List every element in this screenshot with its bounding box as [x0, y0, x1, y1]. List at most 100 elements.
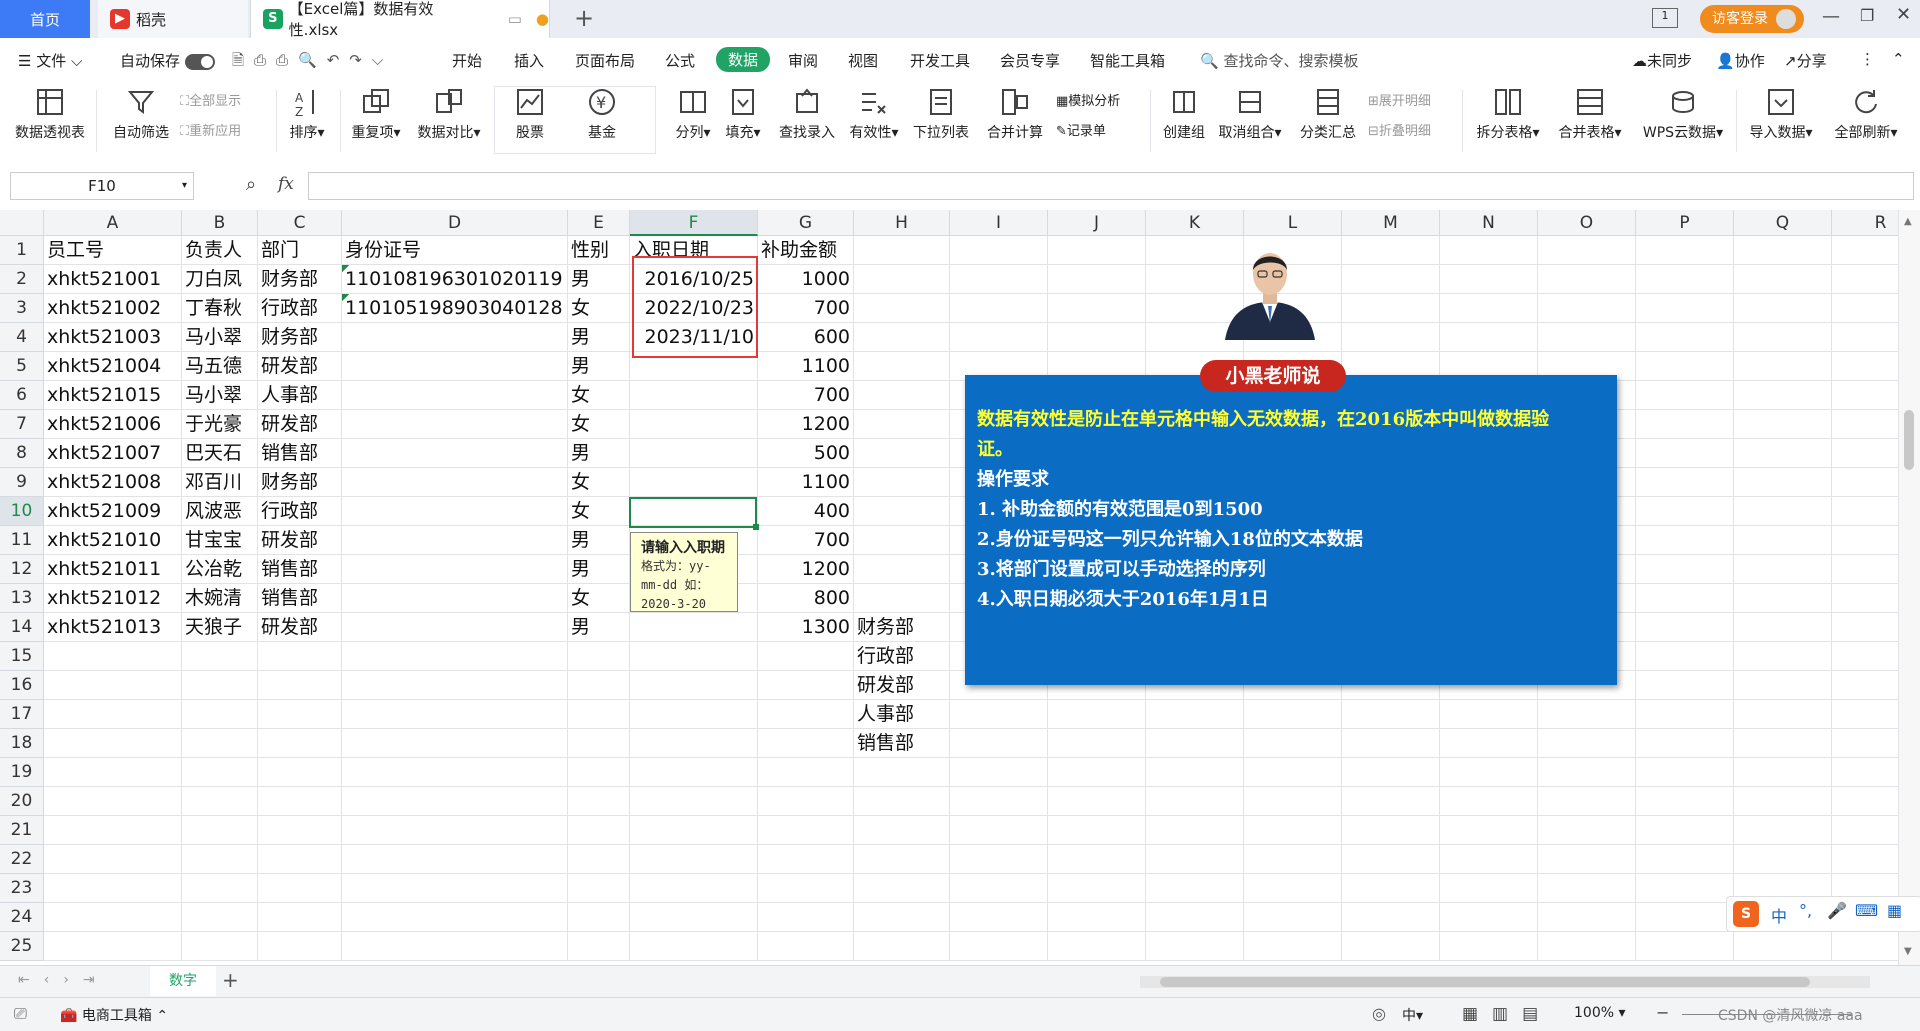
cell-L23[interactable]: [1244, 874, 1342, 903]
pivot-table-button[interactable]: 数据透视表: [10, 82, 90, 142]
cell-F25[interactable]: [630, 932, 758, 961]
cell-A25[interactable]: [44, 932, 182, 961]
row-header-15[interactable]: 15: [0, 642, 44, 671]
cell-B1[interactable]: 负责人: [182, 236, 258, 265]
cell-D4[interactable]: [342, 323, 568, 352]
cell-I25[interactable]: [950, 932, 1048, 961]
cell-L25[interactable]: [1244, 932, 1342, 961]
cell-F17[interactable]: [630, 700, 758, 729]
cell-N2[interactable]: [1440, 265, 1538, 294]
column-header-H[interactable]: H: [854, 210, 950, 236]
cell-I2[interactable]: [950, 265, 1048, 294]
cell-N25[interactable]: [1440, 932, 1538, 961]
cell-P5[interactable]: [1636, 352, 1734, 381]
cell-P19[interactable]: [1636, 758, 1734, 787]
cell-O21[interactable]: [1538, 816, 1636, 845]
cell-J17[interactable]: [1048, 700, 1146, 729]
subtotal-button[interactable]: 分类汇总: [1294, 82, 1362, 142]
cell-J25[interactable]: [1048, 932, 1146, 961]
cell-G3[interactable]: 700: [758, 294, 854, 323]
cell-D16[interactable]: [342, 671, 568, 700]
cell-R15[interactable]: [1832, 642, 1898, 671]
menu-formula[interactable]: 公式: [665, 50, 695, 71]
cell-C4[interactable]: 财务部: [258, 323, 342, 352]
cell-M23[interactable]: [1342, 874, 1440, 903]
cell-J23[interactable]: [1048, 874, 1146, 903]
cell-P6[interactable]: [1636, 381, 1734, 410]
row-header-25[interactable]: 25: [0, 932, 44, 961]
cell-F19[interactable]: [630, 758, 758, 787]
cell-A23[interactable]: [44, 874, 182, 903]
name-box[interactable]: F10 ▾: [10, 172, 194, 200]
sync-button[interactable]: ☁未同步: [1632, 50, 1692, 71]
vertical-scrollbar[interactable]: ▲ ▼: [1898, 210, 1920, 965]
close-icon[interactable]: ✕: [1896, 4, 1911, 25]
cell-E13[interactable]: 女: [568, 584, 630, 613]
cell-E19[interactable]: [568, 758, 630, 787]
cell-Q18[interactable]: [1734, 729, 1832, 758]
cell-E2[interactable]: 男: [568, 265, 630, 294]
cell-B17[interactable]: [182, 700, 258, 729]
cell-R2[interactable]: [1832, 265, 1898, 294]
cell-C10[interactable]: 行政部: [258, 497, 342, 526]
menu-developer[interactable]: 开发工具: [910, 50, 970, 71]
cell-E9[interactable]: 女: [568, 468, 630, 497]
cell-G24[interactable]: [758, 903, 854, 932]
share-button[interactable]: ↗分享: [1784, 50, 1827, 71]
cell-C11[interactable]: 研发部: [258, 526, 342, 555]
cell-E17[interactable]: [568, 700, 630, 729]
cell-O25[interactable]: [1538, 932, 1636, 961]
cell-L19[interactable]: [1244, 758, 1342, 787]
cell-E16[interactable]: [568, 671, 630, 700]
cell-M1[interactable]: [1342, 236, 1440, 265]
cell-O1[interactable]: [1538, 236, 1636, 265]
cell-J18[interactable]: [1048, 729, 1146, 758]
sort-button[interactable]: A Z 排序▾: [282, 82, 332, 142]
cell-E20[interactable]: [568, 787, 630, 816]
cell-D7[interactable]: [342, 410, 568, 439]
cell-N22[interactable]: [1440, 845, 1538, 874]
cell-R9[interactable]: [1832, 468, 1898, 497]
row-header-7[interactable]: 7: [0, 410, 44, 439]
minimize-icon[interactable]: —: [1822, 6, 1840, 27]
cell-P2[interactable]: [1636, 265, 1734, 294]
cell-C25[interactable]: [258, 932, 342, 961]
cell-F14[interactable]: [630, 613, 758, 642]
cell-F20[interactable]: [630, 787, 758, 816]
cell-Q10[interactable]: [1734, 497, 1832, 526]
column-header-P[interactable]: P: [1636, 210, 1734, 236]
cell-R25[interactable]: [1832, 932, 1898, 961]
cell-D2[interactable]: 110108196301020119: [342, 265, 568, 294]
cell-Q12[interactable]: [1734, 555, 1832, 584]
cell-A7[interactable]: xhkt521006: [44, 410, 182, 439]
new-tab-icon[interactable]: +: [574, 4, 594, 32]
cell-G14[interactable]: 1300: [758, 613, 854, 642]
cell-P3[interactable]: [1636, 294, 1734, 323]
cell-H15[interactable]: 行政部: [854, 642, 950, 671]
cell-C12[interactable]: 销售部: [258, 555, 342, 584]
cell-N3[interactable]: [1440, 294, 1538, 323]
cell-B14[interactable]: 天狼子: [182, 613, 258, 642]
column-header-I[interactable]: I: [950, 210, 1048, 236]
ime-lang[interactable]: 中: [1771, 903, 1787, 927]
cell-H18[interactable]: 销售部: [854, 729, 950, 758]
cell-B20[interactable]: [182, 787, 258, 816]
autosave-toggle[interactable]: 自动保存: [120, 50, 215, 71]
cell-H14[interactable]: 财务部: [854, 613, 950, 642]
cell-A3[interactable]: xhkt521002: [44, 294, 182, 323]
cell-C6[interactable]: 人事部: [258, 381, 342, 410]
cell-P7[interactable]: [1636, 410, 1734, 439]
menu-review[interactable]: 审阅: [788, 50, 818, 71]
cell-P25[interactable]: [1636, 932, 1734, 961]
cell-B25[interactable]: [182, 932, 258, 961]
cell-P17[interactable]: [1636, 700, 1734, 729]
show-all-button[interactable]: ⛶全部显示: [180, 90, 241, 109]
cell-A15[interactable]: [44, 642, 182, 671]
cell-A21[interactable]: [44, 816, 182, 845]
cell-Q15[interactable]: [1734, 642, 1832, 671]
cell-G16[interactable]: [758, 671, 854, 700]
cell-G11[interactable]: 700: [758, 526, 854, 555]
cell-N20[interactable]: [1440, 787, 1538, 816]
cell-A19[interactable]: [44, 758, 182, 787]
column-header-R[interactable]: R: [1832, 210, 1898, 236]
